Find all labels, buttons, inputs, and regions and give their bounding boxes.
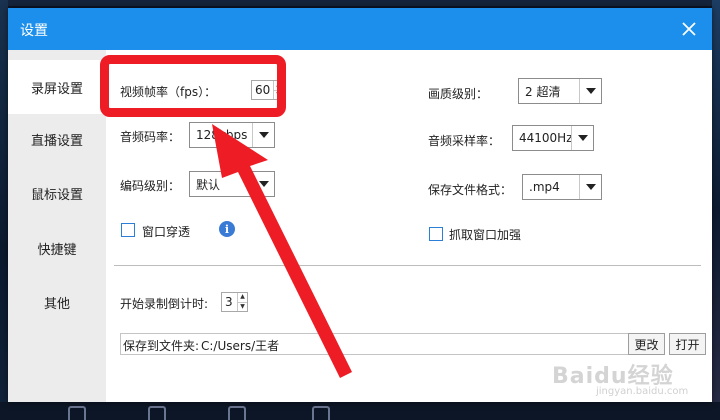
- baidu-watermark-url: jingyan.baidu.com: [596, 386, 689, 397]
- annotation-arrow: [212, 124, 352, 378]
